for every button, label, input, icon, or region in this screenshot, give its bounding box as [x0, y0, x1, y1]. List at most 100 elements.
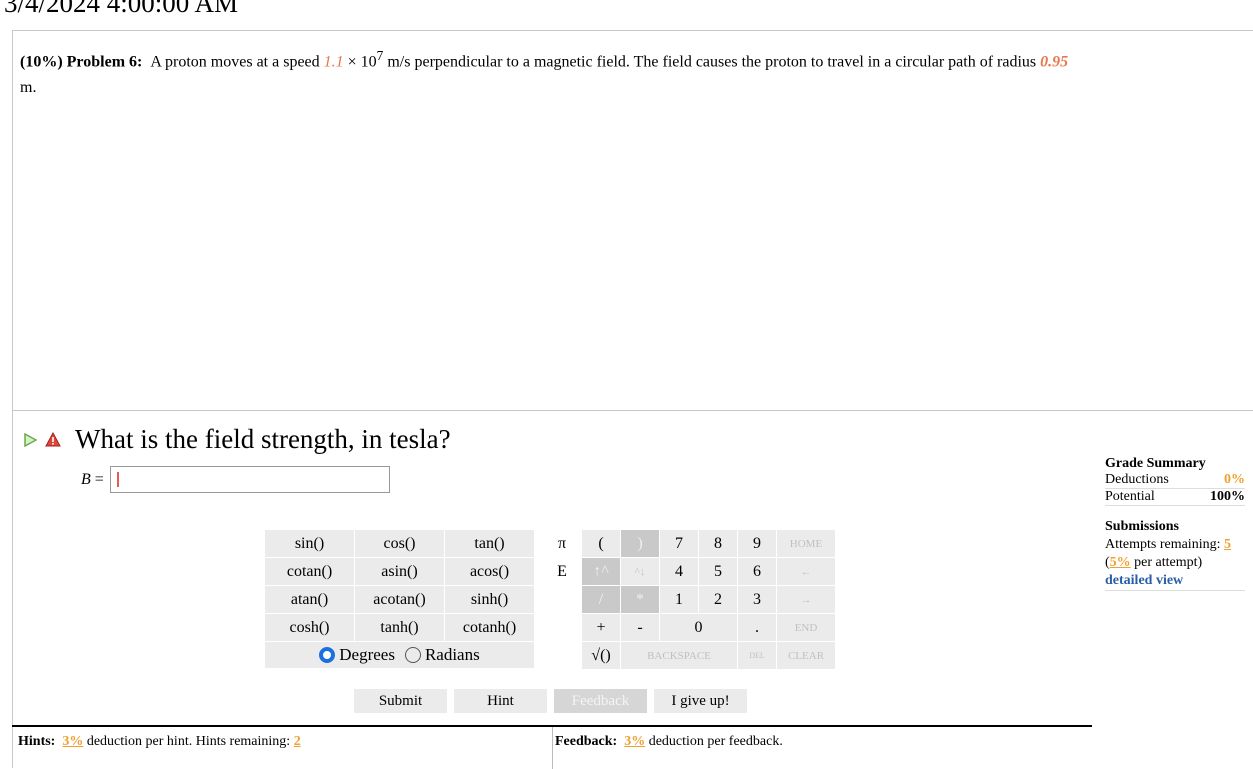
key-sqrt[interactable]: √() — [582, 642, 620, 669]
answer-variable: B — [81, 470, 91, 488]
problem-text-3: m. — [20, 79, 37, 97]
text-caret — [116, 472, 119, 487]
key-multiply: * — [621, 586, 659, 613]
key-atan[interactable]: atan() — [265, 586, 354, 613]
feedback-text: deduction per feedback. — [645, 734, 783, 749]
key-right-arrow: → — [777, 586, 835, 613]
feedback-label: Feedback: — [555, 734, 618, 749]
question-header: What is the field strength, in tesla? — [23, 424, 451, 455]
hints-divider — [552, 727, 553, 769]
key-left-arrow: ← — [777, 558, 835, 585]
angle-mode-selector: Degrees Radians — [265, 642, 534, 668]
problem-weight: (10%) — [20, 53, 63, 71]
function-keys: sin() cos() tan() cotan() asin() acos() … — [265, 530, 534, 641]
key-7[interactable]: 7 — [660, 530, 698, 557]
attempts-label: Attempts remaining: — [1105, 537, 1221, 552]
radians-label: Radians — [424, 645, 480, 664]
key-plus[interactable]: + — [582, 614, 620, 641]
key-close-paren: ) — [621, 530, 659, 557]
key-0[interactable]: 0 — [660, 614, 737, 641]
hints-info: Hints: 3% deduction per hint. Hints rema… — [18, 734, 301, 750]
potential-value: 100% — [1210, 489, 1245, 504]
per-attempt-label: per attempt) — [1130, 555, 1203, 570]
key-cos[interactable]: cos() — [355, 530, 444, 557]
grade-summary-title: Grade Summary — [1105, 456, 1206, 471]
speed-value: 1.1 — [323, 53, 344, 71]
problem-panel: (10%) Problem 6: A proton moves at a spe… — [12, 30, 1253, 411]
key-minus[interactable]: - — [621, 614, 659, 641]
grade-summary: Grade Summary Deductions 0% Potential 10… — [1105, 456, 1245, 591]
hints-text: deduction per hint. Hints remaining: — [83, 734, 294, 749]
key-1[interactable]: 1 — [660, 586, 698, 613]
detailed-view-link[interactable]: detailed view — [1105, 572, 1245, 591]
feedback-pct[interactable]: 3% — [624, 734, 645, 749]
answer-input[interactable] — [109, 466, 390, 493]
attempts-value[interactable]: 5 — [1224, 537, 1231, 552]
key-backspace: BACKSPACE — [621, 642, 737, 669]
key-superscript-down: ^↓ — [621, 558, 659, 585]
hints-pct[interactable]: 3% — [62, 734, 83, 749]
degrees-label: Degrees — [339, 645, 395, 664]
problem-text-2: m/s perpendicular to a magnetic field. T… — [383, 53, 1041, 71]
hints-feedback-bar: Hints: 3% deduction per hint. Hints rema… — [12, 725, 1092, 769]
key-acotan[interactable]: acotan() — [355, 586, 444, 613]
key-sinh[interactable]: sinh() — [445, 586, 534, 613]
key-cosh[interactable]: cosh() — [265, 614, 354, 641]
problem-statement: (10%) Problem 6: A proton moves at a spe… — [20, 43, 1245, 101]
deductions-value: 0% — [1224, 472, 1245, 487]
potential-label: Potential — [1105, 489, 1155, 504]
key-pi[interactable]: π — [543, 530, 581, 557]
key-clear: CLEAR — [777, 642, 835, 669]
key-end: END — [777, 614, 835, 641]
warning-icon — [45, 432, 61, 447]
key-blank-3 — [543, 642, 581, 669]
key-4[interactable]: 4 — [660, 558, 698, 585]
per-attempt-line: (5% per attempt) — [1105, 554, 1245, 572]
numpad: π ( ) 7 8 9 HOME E ↑^ ^↓ 4 5 6 ← / * 1 2… — [543, 530, 835, 669]
key-acos[interactable]: acos() — [445, 558, 534, 585]
hint-button[interactable]: Hint — [454, 689, 547, 713]
key-tanh[interactable]: tanh() — [355, 614, 444, 641]
deductions-label: Deductions — [1105, 472, 1169, 487]
question-text: What is the field strength, in tesla? — [75, 424, 451, 454]
key-tan[interactable]: tan() — [445, 530, 534, 557]
key-2[interactable]: 2 — [699, 586, 737, 613]
key-6[interactable]: 6 — [738, 558, 776, 585]
key-9[interactable]: 9 — [738, 530, 776, 557]
answer-row: B = — [81, 466, 390, 493]
key-3[interactable]: 3 — [738, 586, 776, 613]
key-decimal[interactable]: . — [738, 614, 776, 641]
key-blank-2 — [543, 614, 581, 641]
feedback-info: Feedback: 3% deduction per feedback. — [555, 734, 783, 750]
per-attempt-value[interactable]: 5% — [1110, 555, 1131, 570]
key-superscript-up: ↑^ — [582, 558, 620, 585]
hints-remaining[interactable]: 2 — [294, 734, 301, 749]
key-cotanh[interactable]: cotanh() — [445, 614, 534, 641]
give-up-button[interactable]: I give up! — [654, 689, 747, 713]
feedback-button: Feedback — [554, 689, 647, 713]
key-home: HOME — [777, 530, 835, 557]
action-buttons: Submit Hint Feedback I give up! — [354, 689, 747, 713]
key-divide: / — [582, 586, 620, 613]
radians-radio[interactable] — [404, 647, 421, 663]
submissions-title: Submissions — [1105, 519, 1179, 534]
submit-button[interactable]: Submit — [354, 689, 447, 713]
problem-label: Problem 6: — [66, 53, 143, 71]
key-blank-1 — [543, 586, 581, 613]
expand-arrow-icon[interactable] — [23, 432, 37, 447]
attempts-line: Attempts remaining: 5 — [1105, 536, 1245, 554]
problem-text-1: A proton moves at a speed — [150, 53, 324, 71]
key-e[interactable]: E — [543, 558, 581, 585]
degrees-radio[interactable] — [319, 647, 336, 663]
timestamp: 3/4/2024 4:00:00 AM — [4, 0, 239, 18]
times-ten: × 10 — [343, 53, 377, 71]
key-asin[interactable]: asin() — [355, 558, 444, 585]
submissions-block: Submissions Attempts remaining: 5 (5% pe… — [1105, 518, 1245, 591]
key-5[interactable]: 5 — [699, 558, 737, 585]
radius-value: 0.95 — [1040, 53, 1069, 71]
key-cotan[interactable]: cotan() — [265, 558, 354, 585]
key-open-paren[interactable]: ( — [582, 530, 620, 557]
key-8[interactable]: 8 — [699, 530, 737, 557]
key-sin[interactable]: sin() — [265, 530, 354, 557]
equals-sign: = — [94, 470, 104, 488]
